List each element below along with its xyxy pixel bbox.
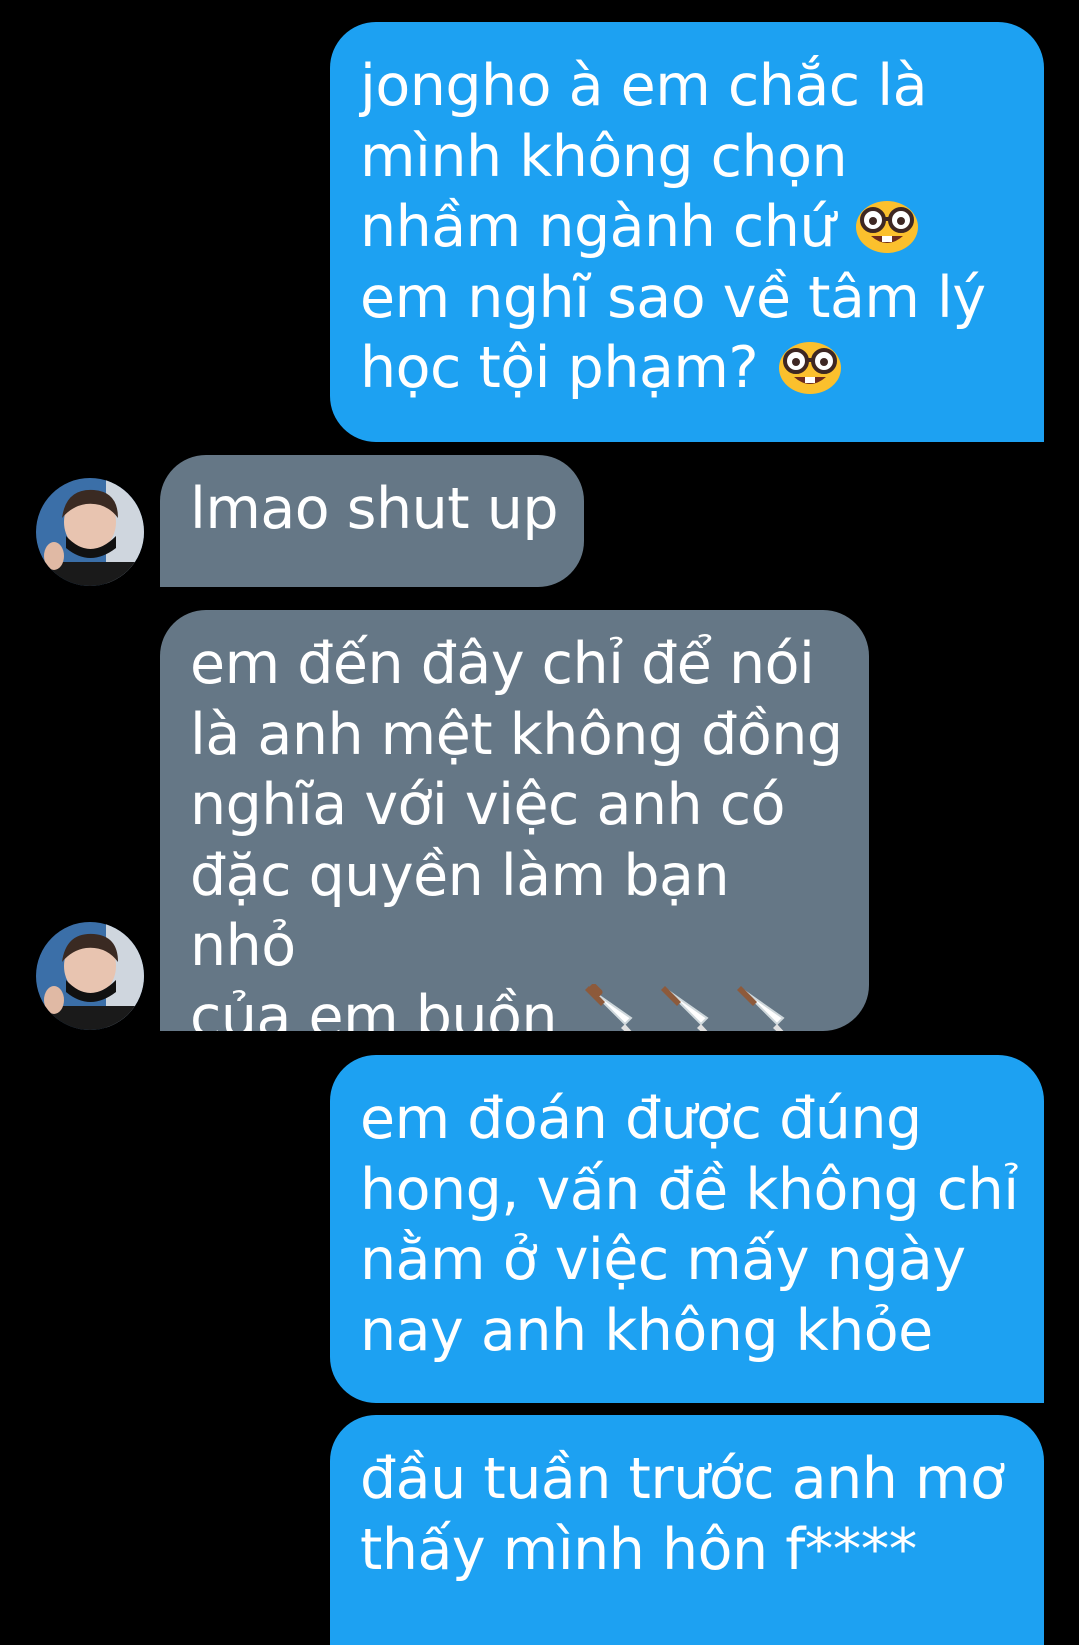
message-bubble-received[interactable]: em đến đây chỉ để nói là anh mệt không đ… [160,610,869,1031]
message-bubble-sent[interactable]: jongho à em chắc là mình không chọn nhầm… [330,22,1044,442]
nerd-face-emoji-icon [778,342,841,394]
message-text: em đến đây chỉ để nói là anh mệt không đ… [190,631,843,1031]
kitchen-knife-emoji-icon [660,985,709,1031]
message-text: lmao shut up [190,476,559,542]
message-bubble-sent[interactable]: em đoán được đúng hong, vấn đề không chỉ… [330,1055,1044,1403]
kitchen-knife-emoji-icon [736,985,785,1031]
message-text: em đoán được đúng hong, vấn đề không chỉ… [360,1086,1019,1364]
message-bubble-sent[interactable]: đầu tuần trước anh mơ thấy mình hôn f***… [330,1415,1044,1645]
message-text: jongho à em chắc là mình không chọn nhầm… [360,53,928,260]
message-text: đầu tuần trước anh mơ thấy mình hôn f***… [360,1446,1005,1583]
kitchen-knife-emoji-icon [584,983,633,1031]
message-text-continued: em nghĩ sao về tâm lý học tội phạm? [360,264,986,402]
nerd-face-emoji-icon [855,201,918,253]
avatar[interactable] [36,922,144,1030]
message-bubble-received[interactable]: lmao shut up [160,455,584,587]
avatar[interactable] [36,478,144,586]
profile-photo-icon [36,922,144,1030]
profile-photo-icon [36,478,144,586]
